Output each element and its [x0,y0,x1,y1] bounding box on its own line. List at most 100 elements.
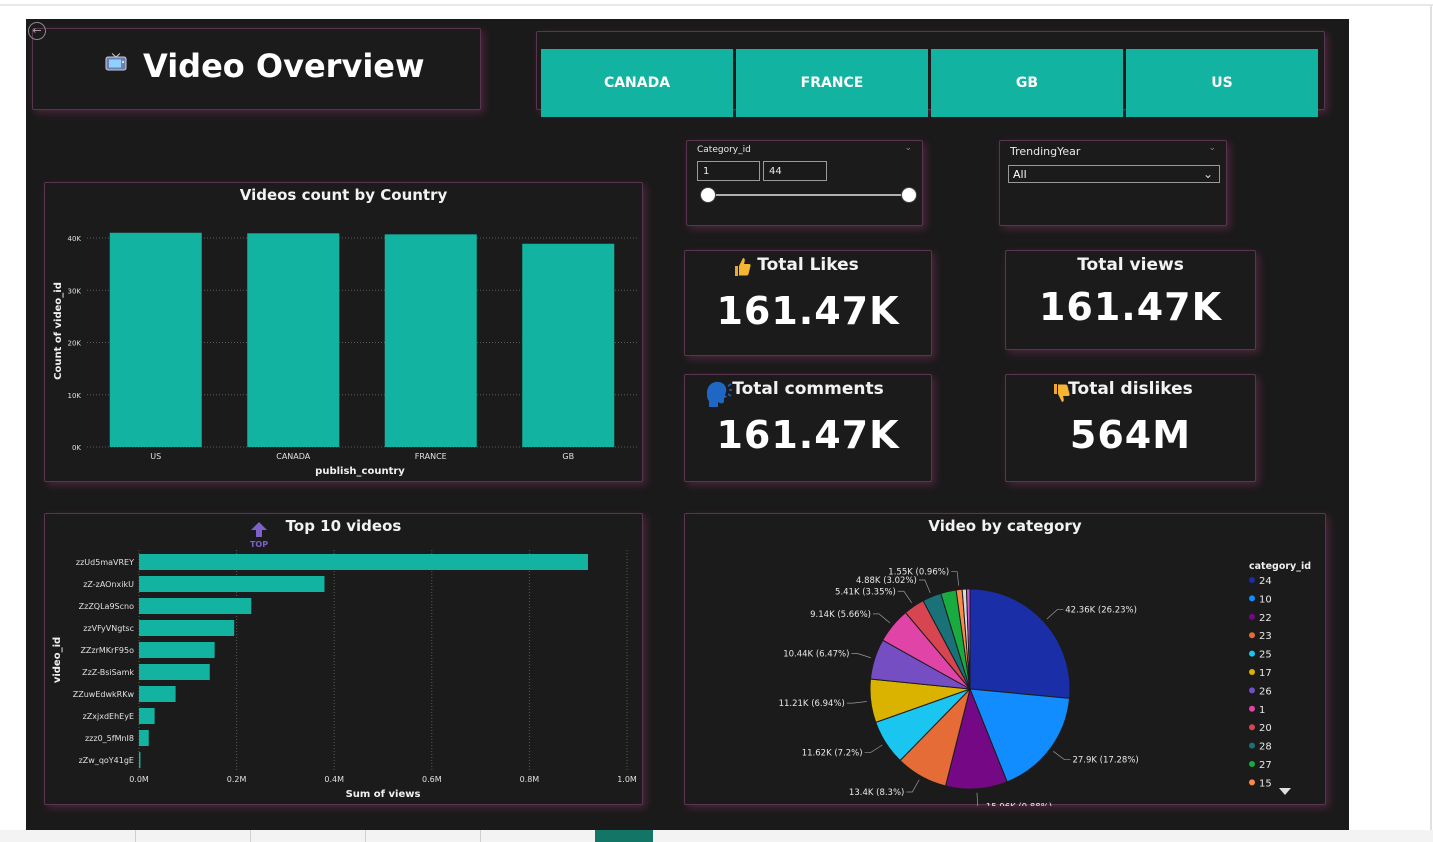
kpi-value: 161.47K [716,413,900,457]
x-tick-label: US [150,452,161,461]
country-button-canada[interactable]: CANADA [541,49,733,117]
kpi-total-comments: Total comments 161.47K [684,374,932,482]
legend-label: 15 [1259,778,1272,789]
kpi-label: Total comments [732,379,884,399]
category-max-input[interactable]: 44 [763,161,827,181]
data-label: 13.4K (8.3%) [849,788,904,798]
legend-label: 22 [1259,613,1272,624]
legend-label: 27 [1259,760,1272,771]
label-leader [906,779,920,793]
legend-marker [1249,669,1255,675]
legend-label: 28 [1259,742,1272,753]
x-axis-title: Sum of views [346,789,421,800]
chevron-down-icon[interactable]: ⌄ [1208,143,1216,153]
label-leader [1046,609,1064,620]
page-tab[interactable] [135,830,251,842]
legend-marker [1249,705,1255,712]
y-axis-title: video_id [52,637,63,683]
y-tick-label: zzUd5maVREY [76,558,134,567]
trending-year-dropdown[interactable]: All ⌄ [1008,165,1220,183]
y-tick-label: zZxjxdEhEyE [83,712,134,721]
bar [139,664,210,680]
page-tab-active[interactable] [595,830,653,842]
legend-marker [1249,577,1255,583]
top-10-videos-chart: Top 10 videos TOP 0.0M 0.2M 0.4M 0.6M 0.8M 1.… [44,513,643,805]
kpi-label: Total dislikes [1068,379,1193,399]
page-tabs-bar [0,830,1433,842]
label-leader [846,701,867,704]
hbar-chart-svg: 0.0M 0.2M 0.4M 0.6M 0.8M 1.0M zzUd5maVREY zZ-zA… [52,550,637,800]
range-slider-track[interactable] [706,194,909,196]
kpi-total-views: Total views 161.47K [1005,250,1256,350]
bar [139,576,325,592]
country-button-gb[interactable]: GB [931,49,1123,117]
country-button-france[interactable]: FRANCE [736,49,928,117]
bar [384,234,477,447]
data-label: 11.62K (7.2%) [802,749,863,759]
kpi-label: Total views [1077,255,1184,275]
bar [139,620,235,636]
country-button-us[interactable]: US [1126,49,1318,117]
range-slider-max-handle[interactable] [901,187,917,203]
x-tick-label: GB [562,452,574,461]
x-tick-label: FRANCE [415,452,447,461]
videos-by-country-chart: Videos count by Country 0K 10K 20K 30K 40K US… [44,182,643,482]
back-arrow-icon[interactable]: ← [28,22,46,40]
legend-label: 25 [1259,650,1272,661]
legend-scroll-down-icon[interactable] [1279,788,1291,795]
page-tab[interactable] [480,830,596,842]
tv-icon [105,53,127,71]
x-tick-label: 0.8M [520,775,540,784]
data-label: 11.21K (6.94%) [779,699,845,709]
chevron-down-icon[interactable]: ⌄ [904,143,912,153]
kpi-value: 564M [1069,413,1192,457]
legend-label: 10 [1259,594,1272,605]
kpi-value: 161.47K [716,289,900,333]
y-tick-label: ZzZQLa9Scno [79,602,134,611]
y-tick-label: 20K [68,340,82,348]
pie-slice [969,588,1071,699]
x-tick-label: 0.6M [422,775,442,784]
data-label: 10.44K (6.47%) [783,650,849,660]
y-tick-label: zzVFyVNgtsc [83,624,134,633]
y-tick-label: zZ-zAOnxikU [83,580,134,589]
legend-marker [1249,650,1255,657]
legend-marker [1249,613,1255,620]
label-leader [897,590,913,604]
y-tick-label: zzz0_5fMnI8 [85,734,134,743]
page-tab[interactable] [250,830,366,842]
x-tick-label: 0.4M [324,775,344,784]
category-min-input[interactable]: 1 [697,161,760,181]
legend-marker [1249,687,1255,694]
data-label: 5.41K (3.35%) [835,587,896,597]
slicer-label: TrendingYear [1010,145,1081,158]
report-canvas: Video Overview ← CANADA FRANCE GB US Cat… [26,19,1349,830]
x-tick-label: 0.0M [129,775,149,784]
trending-year-slicer: TrendingYear ⌄ All ⌄ [999,140,1227,226]
pie-chart-svg: 42.36K (26.23%) 27.9K (17.28%) 15.96K (9.8… [779,561,1311,806]
bar [139,554,588,570]
legend-label: 17 [1259,668,1272,679]
video-by-category-chart: Video by category 42.36K (26.23%) 27.9K (… [684,513,1326,806]
x-tick-label: CANADA [276,452,311,461]
bar [109,232,202,447]
range-slider-min-handle[interactable] [700,187,716,203]
kpi-total-likes: Total Likes 161.47K [684,250,932,356]
legend-marker [1249,724,1255,731]
label-leader [851,653,871,659]
legend-label: 20 [1259,723,1272,734]
y-tick-label: 30K [68,287,82,295]
window-top-border [0,4,1433,6]
page-title: Video Overview [143,47,425,85]
data-label: 27.9K (17.28%) [1072,756,1138,766]
y-tick-label: 40K [68,235,82,243]
category-id-slicer: Category_id ⌄ 1 44 [686,140,923,226]
dropdown-value: All [1013,168,1027,181]
data-label: 9.14K (5.66%) [810,610,871,620]
bar [139,598,252,614]
label-leader [918,579,931,594]
page-tab[interactable] [365,830,481,842]
legend-marker [1249,779,1255,786]
y-tick-label: zZw_qoY41gE [79,756,134,765]
page-tab[interactable] [20,830,136,842]
